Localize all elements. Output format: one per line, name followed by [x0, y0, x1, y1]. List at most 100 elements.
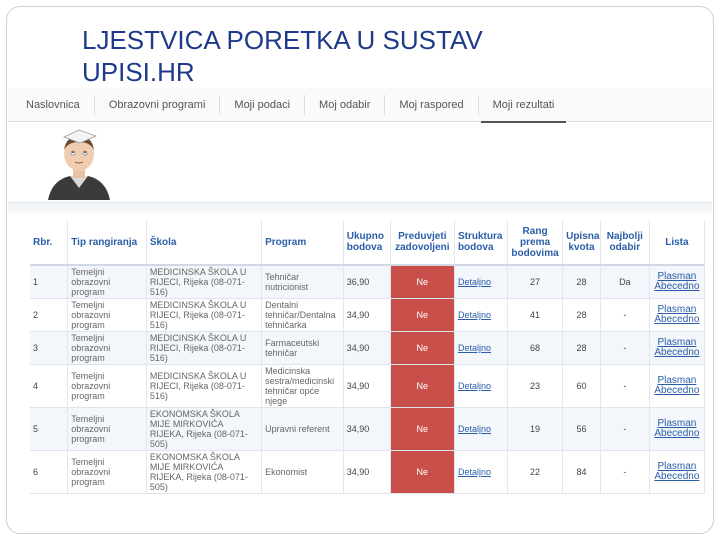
cell-najbolji: Da: [600, 265, 650, 299]
cell-preduvjeti: Ne: [390, 265, 455, 299]
nav-item-obrazovni-programi[interactable]: Obrazovni programi: [95, 94, 221, 115]
cell-rbr: 1: [30, 265, 69, 299]
detaljno-link[interactable]: Detaljno: [454, 298, 509, 332]
cell-rang: 19: [507, 407, 564, 451]
cell-program: Farmaceutski tehničar: [261, 331, 344, 365]
cell-tip: Temeljni obrazovni program: [67, 265, 147, 299]
cell-ukupno: 34,90: [343, 450, 391, 494]
abecedno-link[interactable]: Abecedno: [653, 315, 701, 325]
cell-lista: Plasman Abecedno: [649, 450, 706, 494]
cell-lista: Plasman Abecedno: [649, 407, 706, 451]
cell-preduvjeti: Ne: [390, 331, 455, 365]
cell-tip: Temeljni obrazovni program: [67, 407, 147, 451]
cell-najbolji: -: [600, 364, 650, 408]
abecedno-link[interactable]: Abecedno: [653, 429, 701, 439]
cell-rang: 27: [507, 265, 564, 299]
cell-ukupno: 34,90: [343, 407, 391, 451]
table-row: 4 Temeljni obrazovni program MEDICINSKA …: [30, 364, 706, 408]
table-row: 1 Temeljni obrazovni program MEDICINSKA …: [30, 265, 706, 299]
slide-title: LJESTVICA PORETKA U SUSTAV UPISI.HR: [82, 25, 483, 87]
cell-najbolji: -: [600, 407, 650, 451]
detaljno-link[interactable]: Detaljno: [454, 407, 509, 451]
cell-tip: Temeljni obrazovni program: [67, 331, 147, 365]
detaljno-link[interactable]: Detaljno: [454, 364, 509, 408]
col-rbr: Rbr.: [30, 220, 69, 266]
abecedno-link[interactable]: Abecedno: [653, 348, 701, 358]
col-rang: Rang prema bodovima: [507, 220, 564, 266]
cell-rbr: 4: [30, 364, 69, 408]
cell-kvota: 56: [562, 407, 601, 451]
cell-program: Medicinska sestra/medicinski tehničar op…: [261, 364, 344, 408]
col-kvota: Upisna kvota: [562, 220, 601, 266]
cell-kvota: 28: [562, 298, 601, 332]
cell-program: Dentalni tehničar/Dentalna tehničarka: [261, 298, 344, 332]
cell-program: Upravni referent: [261, 407, 344, 451]
detaljno-link[interactable]: Detaljno: [454, 331, 509, 365]
col-skola: Škola: [146, 220, 263, 266]
cell-najbolji: -: [600, 450, 650, 494]
table-row: 5 Temeljni obrazovni program EKONOMSKA Š…: [30, 407, 706, 451]
cell-skola: MEDICINSKA ŠKOLA U RIJECI, Rijeka (08-07…: [146, 298, 263, 332]
cell-kvota: 84: [562, 450, 601, 494]
abecedno-link[interactable]: Abecedno: [653, 386, 701, 396]
cell-program: Ekonomist: [261, 450, 344, 494]
cell-ukupno: 34,90: [343, 331, 391, 365]
cell-rbr: 2: [30, 298, 69, 332]
cell-rang: 68: [507, 331, 564, 365]
nav-item-moji-podaci[interactable]: Moji podaci: [220, 94, 306, 115]
col-tip: Tip rangiranja: [67, 220, 147, 266]
results-table: Rbr. Tip rangiranja Škola Program Ukupno…: [30, 220, 706, 494]
cell-program: Tehničar nutricionist: [261, 265, 344, 299]
cell-ukupno: 34,90: [343, 364, 391, 408]
detaljno-link[interactable]: Detaljno: [454, 450, 509, 494]
cell-preduvjeti: Ne: [390, 407, 455, 451]
nav-item-moji-rezultati[interactable]: Moji rezultati: [479, 95, 569, 128]
student-avatar-icon: [48, 129, 110, 200]
nav-item-naslovnica[interactable]: Naslovnica: [12, 94, 95, 115]
col-preduvjeti: Preduvjeti zadovoljeni: [390, 220, 455, 266]
cell-lista: Plasman Abecedno: [649, 331, 706, 365]
cell-preduvjeti: Ne: [390, 298, 455, 332]
cell-skola: MEDICINSKA ŠKOLA U RIJECI, Rijeka (08-07…: [146, 364, 263, 408]
cell-rbr: 3: [30, 331, 69, 365]
cell-lista: Plasman Abecedno: [649, 265, 706, 299]
table-row: 6 Temeljni obrazovni program EKONOMSKA Š…: [30, 450, 706, 494]
table-header-row: Rbr. Tip rangiranja Škola Program Ukupno…: [30, 220, 706, 266]
section-divider: [8, 202, 712, 214]
cell-skola: EKONOMSKA ŠKOLA MIJE MIRKOVIĆA RIJEKA, R…: [146, 450, 263, 494]
cell-preduvjeti: Ne: [390, 450, 455, 494]
cell-najbolji: -: [600, 331, 650, 365]
cell-skola: EKONOMSKA ŠKOLA MIJE MIRKOVIĆA RIJEKA, R…: [146, 407, 263, 451]
col-program: Program: [261, 220, 344, 266]
cell-rang: 22: [507, 450, 564, 494]
table-row: 2 Temeljni obrazovni program MEDICINSKA …: [30, 298, 706, 332]
cell-lista: Plasman Abecedno: [649, 298, 706, 332]
cell-rang: 41: [507, 298, 564, 332]
col-ukupno: Ukupno bodova: [343, 220, 391, 266]
nav-item-moj-odabir[interactable]: Moj odabir: [305, 94, 386, 115]
cell-najbolji: -: [600, 298, 650, 332]
cell-skola: MEDICINSKA ŠKOLA U RIJECI, Rijeka (08-07…: [146, 265, 263, 299]
col-struktura: Struktura bodova: [454, 220, 509, 266]
col-najbolji: Najbolji odabir: [600, 220, 650, 266]
cell-preduvjeti: Ne: [390, 364, 455, 408]
nav-item-moj-raspored[interactable]: Moj raspored: [385, 94, 479, 115]
cell-ukupno: 36,90: [343, 265, 391, 299]
cell-kvota: 60: [562, 364, 601, 408]
table-row: 3 Temeljni obrazovni program MEDICINSKA …: [30, 331, 706, 365]
cell-tip: Temeljni obrazovni program: [67, 450, 147, 494]
detaljno-link[interactable]: Detaljno: [454, 265, 509, 299]
cell-lista: Plasman Abecedno: [649, 364, 706, 408]
abecedno-link[interactable]: Abecedno: [653, 472, 701, 482]
col-lista: Lista: [649, 220, 706, 266]
cell-skola: MEDICINSKA ŠKOLA U RIJECI, Rijeka (08-07…: [146, 331, 263, 365]
cell-rang: 23: [507, 364, 564, 408]
cell-ukupno: 34,90: [343, 298, 391, 332]
cell-tip: Temeljni obrazovni program: [67, 298, 147, 332]
cell-tip: Temeljni obrazovni program: [67, 364, 147, 408]
cell-kvota: 28: [562, 331, 601, 365]
top-nav: Naslovnica Obrazovni programi Moji podac…: [8, 88, 712, 128]
cell-rbr: 6: [30, 450, 69, 494]
abecedno-link[interactable]: Abecedno: [653, 282, 701, 292]
cell-rbr: 5: [30, 407, 69, 451]
